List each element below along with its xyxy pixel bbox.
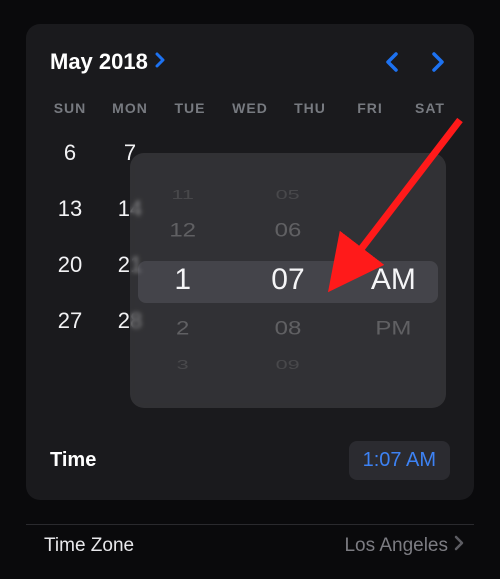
calendar-header: May 2018: [26, 24, 474, 74]
weekday-header: SUN MON TUE WED THU FRI SAT: [26, 74, 474, 116]
picker-item: 2: [130, 318, 235, 340]
time-row: Time 1:07 AM: [50, 441, 450, 480]
weekday-label: MON: [100, 100, 160, 116]
timezone-row[interactable]: Time Zone Los Angeles: [26, 534, 474, 557]
picker-item: 09: [241, 357, 336, 372]
picker-item: 05: [241, 187, 336, 202]
chevron-right-icon: [454, 534, 464, 557]
divider: [26, 524, 474, 525]
time-label: Time: [50, 449, 96, 472]
weekday-label: TUE: [160, 100, 220, 116]
date-cell[interactable]: 20: [40, 252, 100, 278]
picker-item: 3: [135, 357, 230, 372]
prev-month-button[interactable]: [384, 50, 400, 74]
weekday-label: SUN: [40, 100, 100, 116]
timezone-label: Time Zone: [44, 535, 134, 557]
picker-item: 08: [235, 318, 340, 340]
picker-item-selected: 1: [130, 263, 235, 297]
weekday-label: FRI: [340, 100, 400, 116]
month-year-label[interactable]: May 2018: [50, 49, 148, 75]
date-cell[interactable]: 13: [40, 196, 100, 222]
picker-item: 06: [235, 220, 340, 242]
weekday-label: WED: [220, 100, 280, 116]
picker-item-selected: AM: [341, 263, 446, 297]
picker-item-selected: 07: [235, 263, 340, 297]
timezone-value: Los Angeles: [344, 534, 464, 557]
picker-item: PM: [341, 318, 446, 340]
month-nav: [384, 50, 452, 74]
time-picker-overlay: 11 12 1 2 3 05 06 07 08 09 AM PM: [130, 153, 446, 408]
chevron-right-icon: [154, 51, 166, 74]
picker-hour-column[interactable]: 11 12 1 2 3: [130, 153, 235, 408]
weekday-label: THU: [280, 100, 340, 116]
picker-period-column[interactable]: AM PM: [341, 153, 446, 408]
date-cell[interactable]: 6: [40, 140, 100, 166]
weekday-label: SAT: [400, 100, 460, 116]
picker-item: 12: [130, 220, 235, 242]
picker-minute-column[interactable]: 05 06 07 08 09: [235, 153, 340, 408]
time-value-button[interactable]: 1:07 AM: [349, 441, 450, 480]
next-month-button[interactable]: [430, 50, 446, 74]
date-cell[interactable]: 27: [40, 308, 100, 334]
picker-item: 11: [135, 187, 230, 202]
